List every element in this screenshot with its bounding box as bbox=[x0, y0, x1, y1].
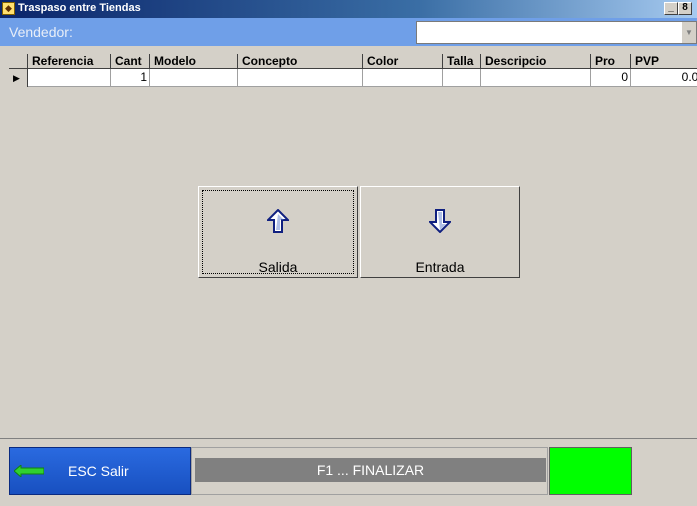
grid-cell[interactable] bbox=[363, 69, 443, 87]
column-header[interactable]: Cant bbox=[111, 54, 150, 69]
maximize-button[interactable]: 8 bbox=[678, 2, 692, 15]
entrada-label: Entrada bbox=[415, 259, 465, 275]
vendor-label: Vendedor: bbox=[9, 24, 73, 40]
title-bar: ◆ Traspaso entre Tiendas _ 8 bbox=[0, 0, 697, 18]
column-header[interactable]: Concepto bbox=[238, 54, 363, 69]
vendor-bar: Vendedor: ▼ bbox=[0, 18, 697, 46]
finalizar-label: F1 ... FINALIZAR bbox=[195, 458, 546, 482]
grid-cell[interactable] bbox=[443, 69, 481, 87]
esc-exit-button[interactable]: ESC Salir bbox=[9, 447, 191, 495]
column-header[interactable]: Modelo bbox=[150, 54, 238, 69]
divider bbox=[0, 438, 697, 439]
vendor-select[interactable]: ▼ bbox=[416, 21, 697, 44]
arrow-up-icon bbox=[267, 209, 289, 233]
entrada-button[interactable]: Entrada bbox=[360, 186, 520, 278]
esc-exit-label: ESC Salir bbox=[68, 463, 129, 479]
row-pointer-icon[interactable]: ▶ bbox=[9, 69, 28, 87]
dropdown-arrow-icon[interactable]: ▼ bbox=[682, 22, 696, 43]
column-header[interactable]: Color bbox=[363, 54, 443, 69]
minimize-button[interactable]: _ bbox=[664, 2, 678, 15]
grid-cell-value: 0.00 bbox=[681, 70, 697, 84]
grid-corner bbox=[9, 54, 28, 69]
status-indicator bbox=[549, 447, 632, 495]
column-header[interactable]: Talla bbox=[443, 54, 481, 69]
column-header[interactable]: Referencia bbox=[28, 54, 111, 69]
finalizar-button[interactable]: F1 ... FINALIZAR bbox=[191, 447, 548, 495]
grid-cell[interactable] bbox=[481, 69, 591, 87]
grid-cell[interactable] bbox=[28, 69, 111, 87]
arrow-down-icon bbox=[429, 209, 451, 233]
grid-cell[interactable] bbox=[238, 69, 363, 87]
salida-button[interactable]: Salida bbox=[198, 186, 358, 278]
window-title: Traspaso entre Tiendas bbox=[18, 2, 141, 14]
items-grid: Referencia Cant Modelo Concepto Color Ta… bbox=[9, 54, 697, 90]
grid-cell[interactable]: 0.00 bbox=[631, 69, 697, 87]
column-header[interactable]: Pro bbox=[591, 54, 631, 69]
column-header[interactable]: Descripcio bbox=[481, 54, 591, 69]
grid-cell[interactable]: 0 bbox=[591, 69, 631, 87]
grid-cell[interactable] bbox=[150, 69, 238, 87]
app-icon: ◆ bbox=[2, 2, 15, 15]
grid-cell[interactable]: 1 bbox=[111, 69, 150, 87]
arrow-left-icon bbox=[14, 465, 44, 477]
column-header[interactable]: PVP bbox=[631, 54, 697, 69]
salida-label: Salida bbox=[258, 259, 298, 275]
